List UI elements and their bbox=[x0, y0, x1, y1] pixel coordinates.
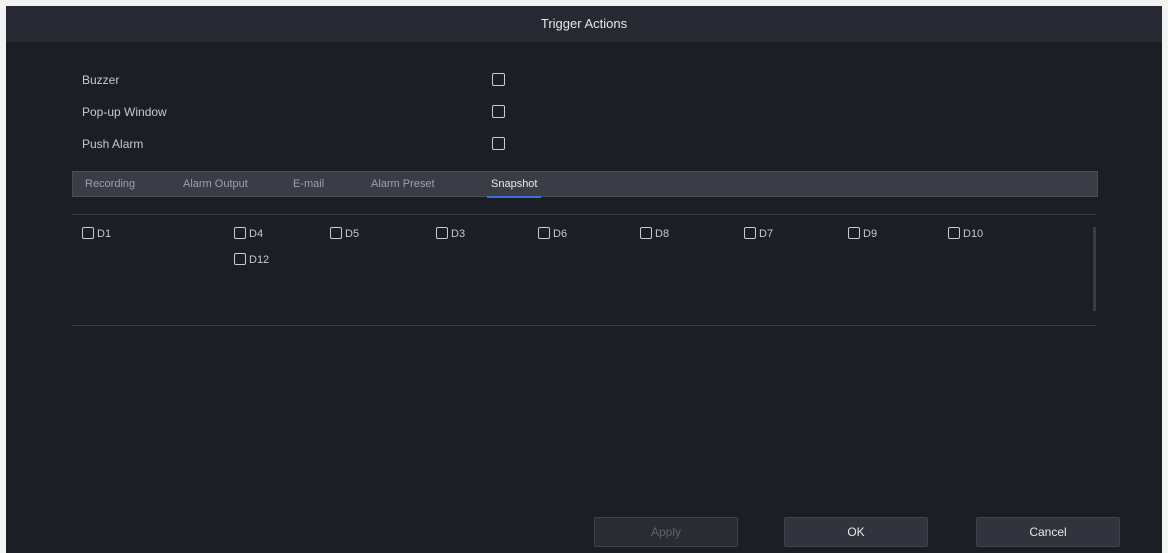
checkbox-box bbox=[436, 227, 448, 239]
channel-checkbox[interactable]: D12 bbox=[234, 253, 269, 267]
checkbox-box bbox=[330, 227, 342, 239]
tab-alarm-output[interactable]: Alarm Output bbox=[183, 172, 248, 196]
channel-checkbox[interactable]: D1 bbox=[82, 227, 111, 241]
dialog-title: Trigger Actions bbox=[6, 6, 1162, 42]
channel-checkbox[interactable]: D7 bbox=[744, 227, 773, 241]
channel-checkbox[interactable]: D5 bbox=[330, 227, 359, 241]
tab-snapshot[interactable]: Snapshot bbox=[486, 172, 543, 198]
checkbox-box bbox=[848, 227, 860, 239]
tab-recording[interactable]: Recording bbox=[85, 172, 135, 196]
checkbox-box bbox=[538, 227, 550, 239]
tab-alarm-preset[interactable]: Alarm Preset bbox=[371, 172, 435, 196]
checkbox-box bbox=[640, 227, 652, 239]
checkbox-box bbox=[234, 227, 246, 239]
channel-checkbox[interactable]: D9 bbox=[848, 227, 877, 241]
action-tabs: Recording Alarm Output E-mail Alarm Pres… bbox=[72, 171, 1098, 198]
option-label-popup-window: Pop-up Window bbox=[82, 105, 167, 119]
checkbox-box bbox=[948, 227, 960, 239]
push-alarm-checkbox[interactable] bbox=[492, 137, 505, 150]
trigger-actions-dialog: Trigger Actions Buzzer Pop-up Window Pus… bbox=[6, 6, 1162, 553]
checkbox-box bbox=[744, 227, 756, 239]
ok-button[interactable]: OK bbox=[784, 517, 928, 547]
option-label-push-alarm: Push Alarm bbox=[82, 137, 144, 151]
option-label-buzzer: Buzzer bbox=[82, 73, 120, 87]
checkbox-box bbox=[82, 227, 94, 239]
snapshot-channel-panel: D1 D4 D12 D5 D3 D6 D8 D7 D9 D10 bbox=[72, 214, 1096, 326]
panel-scrollbar[interactable] bbox=[1093, 227, 1096, 311]
popup-window-checkbox[interactable] bbox=[492, 105, 505, 118]
channel-checkbox[interactable]: D4 bbox=[234, 227, 263, 241]
checkbox-box bbox=[234, 253, 246, 265]
apply-button[interactable]: Apply bbox=[594, 517, 738, 547]
tab-email[interactable]: E-mail bbox=[293, 172, 324, 196]
channel-checkbox[interactable]: D6 bbox=[538, 227, 567, 241]
buzzer-checkbox[interactable] bbox=[492, 73, 505, 86]
channel-checkbox[interactable]: D3 bbox=[436, 227, 465, 241]
channel-checkbox[interactable]: D8 bbox=[640, 227, 669, 241]
channel-checkbox[interactable]: D10 bbox=[948, 227, 983, 241]
cancel-button[interactable]: Cancel bbox=[976, 517, 1120, 547]
